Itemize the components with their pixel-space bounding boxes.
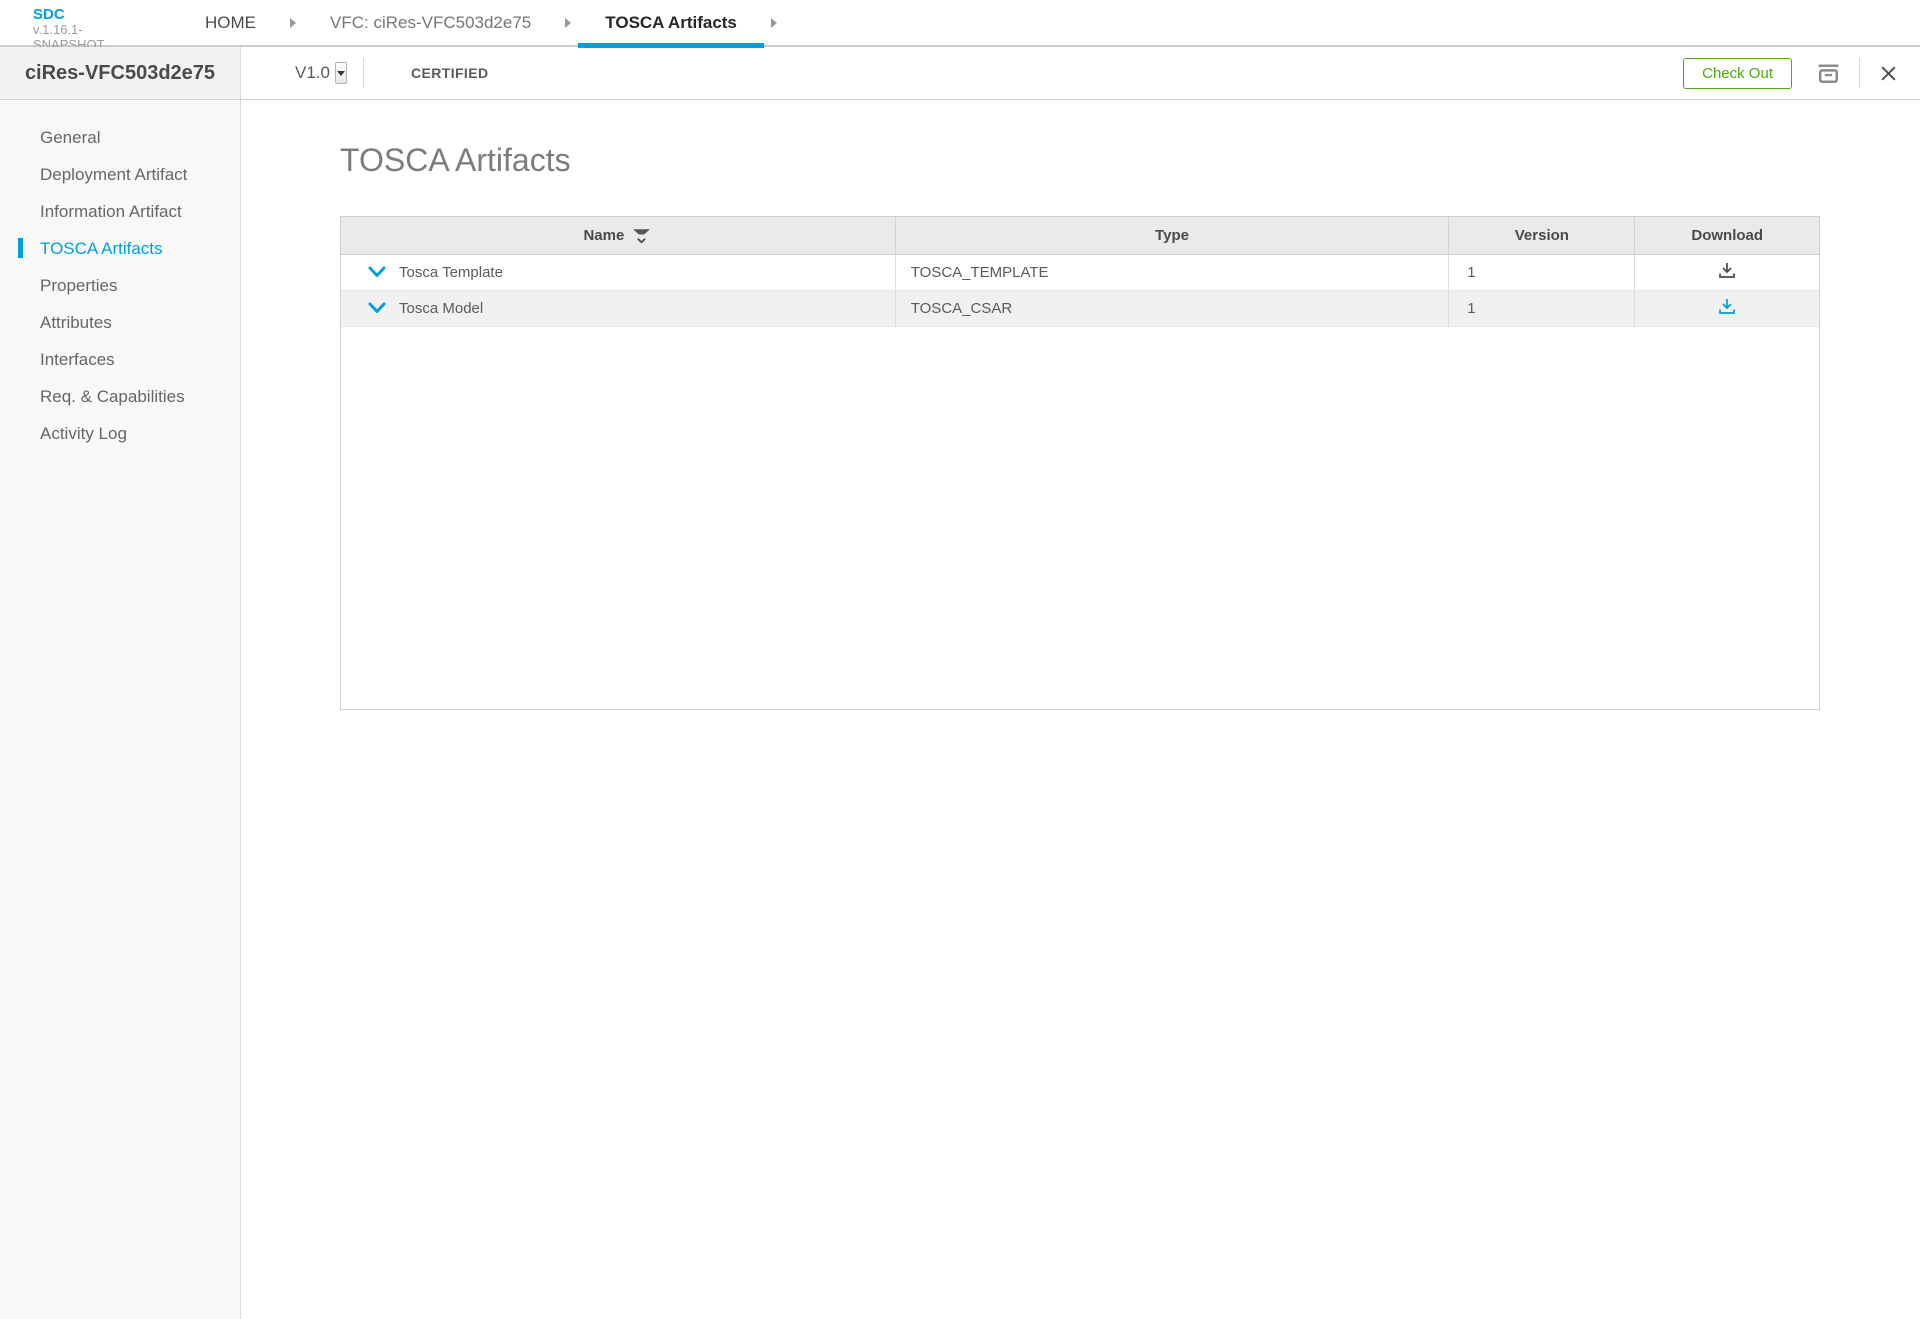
column-label: Name: [583, 227, 624, 244]
sidebar-item-tosca-artifacts[interactable]: TOSCA Artifacts: [0, 230, 240, 267]
main-content: TOSCA Artifacts Name Type: [241, 142, 1920, 710]
artifact-name: Tosca Model: [399, 300, 483, 317]
app-name: SDC: [33, 6, 150, 23]
caret-down-icon: [337, 71, 345, 76]
artifact-type: TOSCA_TEMPLATE: [895, 254, 1449, 290]
tosca-artifacts-table: Name Type Version Download: [341, 217, 1819, 327]
sidebar-item-information-artifact[interactable]: Information Artifact: [0, 193, 240, 230]
table-header-row: Name Type Version Download: [341, 217, 1819, 254]
arrow-right-icon: [771, 18, 777, 28]
sdc-logo: SDC v.1.16.1-SNAPSHOT: [0, 0, 150, 45]
component-header-right: V1.0 CERTIFIED Check Out: [241, 47, 1920, 99]
sidebar-item-properties[interactable]: Properties: [0, 267, 240, 304]
artifact-version: 1: [1449, 290, 1635, 326]
check-out-button[interactable]: Check Out: [1683, 58, 1792, 89]
component-header: ciRes-VFC503d2e75 V1.0 CERTIFIED Check O…: [0, 47, 1920, 100]
divider: [1859, 58, 1860, 88]
download-icon[interactable]: [1717, 303, 1737, 320]
arrow-right-icon: [565, 18, 571, 28]
sort-icon: [631, 226, 652, 245]
breadcrumb: HOME VFC: ciRes-VFC503d2e75 TOSCA Artifa…: [178, 0, 784, 45]
top-nav-bar: SDC v.1.16.1-SNAPSHOT HOME VFC: ciRes-VF…: [0, 0, 1920, 47]
version-dropdown-button[interactable]: [335, 62, 347, 84]
tab-vfc[interactable]: VFC: ciRes-VFC503d2e75: [303, 0, 558, 46]
column-header-name[interactable]: Name: [341, 217, 895, 254]
close-icon[interactable]: [1879, 64, 1898, 83]
sidebar-item-label: Deployment Artifact: [40, 165, 187, 185]
sidebar-item-label: General: [40, 128, 100, 148]
tab-tosca-artifacts[interactable]: TOSCA Artifacts: [578, 0, 764, 46]
sidebar-item-label: Information Artifact: [40, 202, 182, 222]
download-icon[interactable]: [1717, 267, 1737, 284]
sidebar-item-activity-log[interactable]: Activity Log: [0, 415, 240, 452]
active-item-indicator: [18, 238, 23, 258]
sidebar-item-label: Attributes: [40, 313, 112, 333]
sidebar-item-deployment-artifact[interactable]: Deployment Artifact: [0, 156, 240, 193]
sidebar-item-attributes[interactable]: Attributes: [0, 304, 240, 341]
sidebar-item-general[interactable]: General: [0, 119, 240, 156]
artifact-version: 1: [1449, 254, 1635, 290]
tab-home[interactable]: HOME: [178, 0, 283, 46]
divider: [363, 58, 364, 88]
sidebar-item-req-capabilities[interactable]: Req. & Capabilities: [0, 378, 240, 415]
print-icon[interactable]: [1815, 60, 1842, 87]
column-header-type[interactable]: Type: [895, 217, 1449, 254]
sidebar-item-label: Properties: [40, 276, 117, 296]
sidebar-item-label: Req. & Capabilities: [40, 387, 185, 407]
sidebar-item-interfaces[interactable]: Interfaces: [0, 341, 240, 378]
status-badge: CERTIFIED: [411, 65, 489, 81]
column-header-download[interactable]: Download: [1635, 217, 1819, 254]
page-title: TOSCA Artifacts: [340, 142, 1920, 179]
table-row[interactable]: Tosca Model TOSCA_CSAR 1: [341, 290, 1819, 326]
arrow-right-icon: [290, 18, 296, 28]
sidebar-item-label: Interfaces: [40, 350, 115, 370]
sidebar-item-label: Activity Log: [40, 424, 127, 444]
artifact-type: TOSCA_CSAR: [895, 290, 1449, 326]
table-row[interactable]: Tosca Template TOSCA_TEMPLATE 1: [341, 254, 1819, 290]
artifacts-table-container: Name Type Version Download: [340, 216, 1820, 710]
chevron-down-icon[interactable]: [368, 301, 386, 315]
column-header-version[interactable]: Version: [1449, 217, 1635, 254]
sidebar-item-label: TOSCA Artifacts: [40, 239, 163, 259]
component-header-left: ciRes-VFC503d2e75: [0, 47, 241, 99]
component-title: ciRes-VFC503d2e75: [25, 62, 215, 85]
left-menu: General Deployment Artifact Information …: [0, 100, 241, 1319]
version-selector[interactable]: V1.0: [295, 63, 330, 83]
artifact-name: Tosca Template: [399, 264, 503, 281]
chevron-down-icon[interactable]: [368, 265, 386, 279]
